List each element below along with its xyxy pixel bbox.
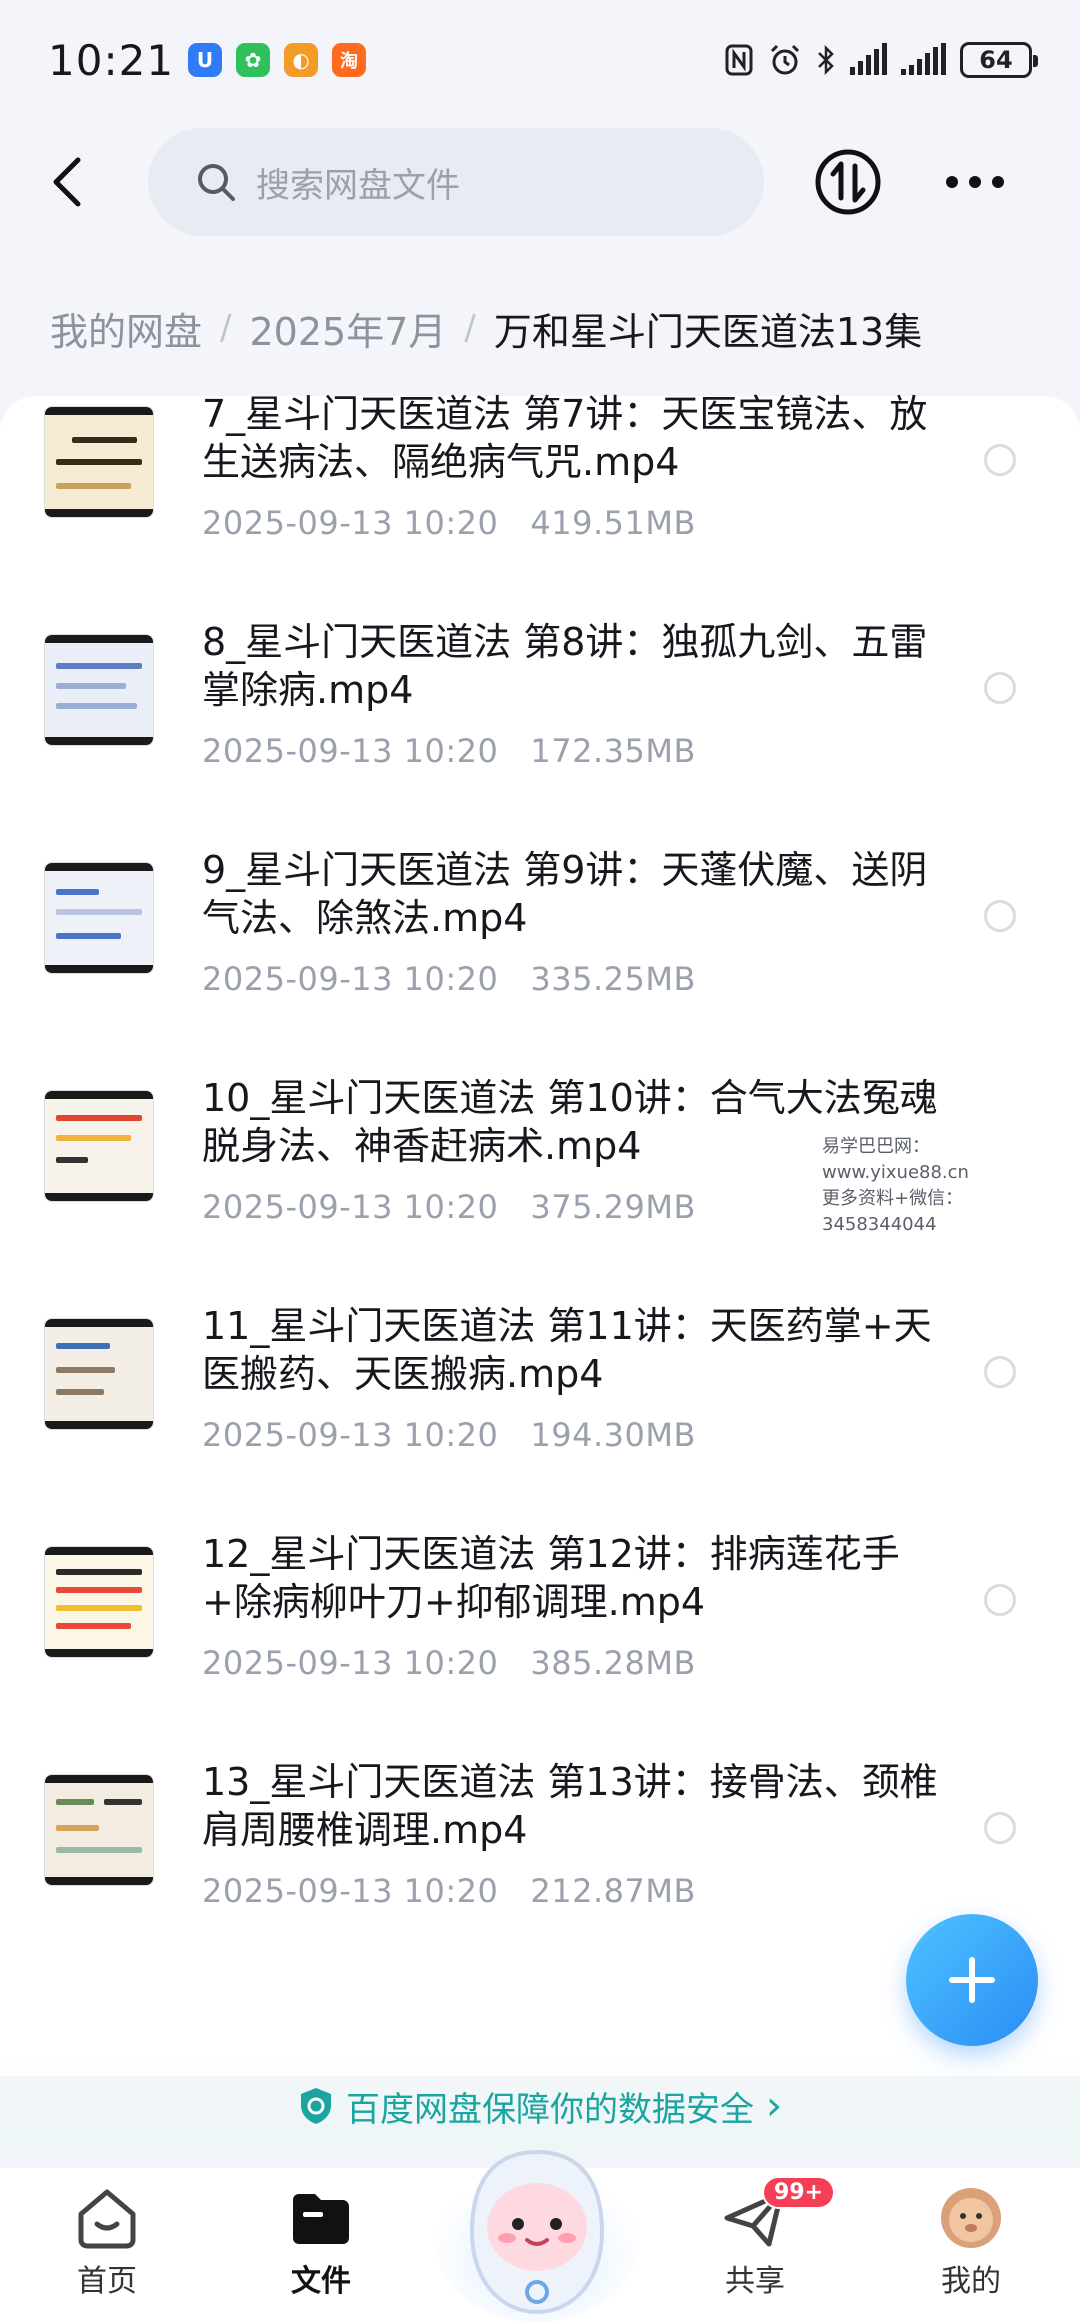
file-name: 9_星斗门天医道法 第9讲：天蓬伏魔、送阴气法、除煞法.mp4: [202, 848, 928, 940]
avatar: [941, 2188, 1001, 2248]
nfc-icon: [725, 44, 753, 76]
file-size: 212.87MB: [530, 1872, 696, 1910]
video-thumbnail: [44, 862, 154, 974]
transfer-icon: [815, 149, 881, 215]
status-left: 10:21 U ✿ ◐ 淘: [48, 35, 367, 85]
file-meta: 2025-09-13 10:20 419.51MB: [202, 504, 696, 542]
file-name: 13_星斗门天医道法 第13讲：接骨法、颈椎肩周腰椎调理.mp4: [202, 1760, 938, 1852]
search-placeholder: 搜索网盘文件: [256, 165, 460, 206]
mascot-icon: [435, 2149, 639, 2322]
video-thumbnail: [44, 1318, 154, 1430]
file-name: 8_星斗门天医道法 第8讲：独孤九剑、五雷掌除病.mp4: [202, 620, 928, 712]
search-icon: [198, 164, 235, 201]
file-date: 2025-09-13 10:20: [202, 960, 499, 998]
file-row[interactable]: 8_星斗门天医道法 第8讲：独孤九剑、五雷掌除病.mp4 2025-09-13 …: [0, 620, 1080, 852]
video-thumbnail: [44, 406, 154, 518]
file-row[interactable]: 12_星斗门天医道法 第12讲：排病莲花手+除病柳叶刀+抑郁调理.mp4 202…: [0, 1532, 1080, 1764]
file-name: 11_星斗门天医道法 第11讲：天医药掌+天医搬药、天医搬病.mp4: [202, 1304, 932, 1396]
file-size: 194.30MB: [530, 1416, 696, 1454]
file-date: 2025-09-13 10:20: [202, 1416, 499, 1454]
app-notification-icon: U: [188, 43, 223, 77]
more-icon: [946, 176, 1004, 188]
file-size: 385.28MB: [530, 1644, 696, 1682]
nav-share[interactable]: 99+ 共享: [690, 2176, 836, 2316]
file-meta: 2025-09-13 10:20 212.87MB: [202, 1872, 696, 1910]
signal-strength-icon-2: [901, 43, 946, 75]
nav-mine[interactable]: 我的: [906, 2186, 1036, 2316]
file-meta: 2025-09-13 10:20 194.30MB: [202, 1416, 696, 1454]
wechat-notification-icon: ✿: [236, 43, 271, 77]
breadcrumb-folder[interactable]: 2025年7月: [249, 301, 446, 356]
breadcrumb-root[interactable]: 我的网盘: [50, 301, 202, 356]
nav-home-label: 首页: [77, 2264, 137, 2299]
watermark: 易学巴巴网：www.yixue88.cn 更多资料+微信：3458344044: [822, 1134, 1072, 1238]
plus-icon: [949, 1957, 995, 2003]
folder-icon: [293, 2194, 349, 2244]
transfer-list-button[interactable]: [814, 148, 882, 216]
watermark-line-2: 更多资料+微信：3458344044: [822, 1188, 964, 1235]
home-icon: [78, 2189, 136, 2249]
file-meta: 2025-09-13 10:20 335.25MB: [202, 960, 696, 998]
file-date: 2025-09-13 10:20: [202, 1188, 499, 1226]
file-meta: 2025-09-13 10:20 375.29MB: [202, 1188, 696, 1226]
breadcrumb-current: 万和星斗门天医道法13集: [493, 309, 923, 354]
back-button[interactable]: [40, 152, 100, 212]
nav-share-label: 共享: [725, 2264, 785, 2299]
video-thumbnail: [44, 1774, 154, 1886]
file-meta: 2025-09-13 10:20 172.35MB: [202, 732, 696, 770]
add-button[interactable]: [906, 1914, 1038, 2046]
file-size: 419.51MB: [530, 504, 696, 542]
share-count-badge: 99+: [762, 2176, 836, 2209]
battery-indicator: 64: [960, 42, 1038, 78]
file-size: 335.25MB: [530, 960, 696, 998]
signal-strength-icon: [850, 43, 887, 75]
file-name: 7_星斗门天医道法 第7讲：天医宝镜法、放生送病法、隔绝病气咒.mp4: [202, 392, 928, 484]
file-row[interactable]: 9_星斗门天医道法 第9讲：天蓬伏魔、送阴气法、除煞法.mp4 2025-09-…: [0, 848, 1080, 1080]
nav-files-label: 文件: [291, 2264, 351, 2299]
video-thumbnail: [44, 1090, 154, 1202]
app-notification-icon-2: ◐: [284, 43, 319, 77]
file-meta: 2025-09-13 10:20 385.28MB: [202, 1644, 696, 1682]
shield-icon: [301, 2088, 331, 2124]
chevron-right-icon: ›: [766, 2083, 782, 2129]
breadcrumb-separator: /: [220, 308, 232, 348]
status-bar: 10:21 U ✿ ◐ 淘 64: [0, 0, 1080, 120]
nav-home[interactable]: 首页: [42, 2186, 172, 2316]
select-checkbox[interactable]: [984, 444, 1016, 476]
file-row[interactable]: 7_星斗门天医道法 第7讲：天医宝镜法、放生送病法、隔绝病气咒.mp4 2025…: [0, 392, 1080, 624]
file-date: 2025-09-13 10:20: [202, 1644, 499, 1682]
select-checkbox[interactable]: [984, 900, 1016, 932]
bluetooth-icon: [818, 44, 834, 76]
more-options-button[interactable]: [940, 158, 1010, 206]
select-checkbox[interactable]: [984, 1584, 1016, 1616]
search-input[interactable]: 搜索网盘文件: [148, 128, 764, 236]
video-thumbnail: [44, 634, 154, 746]
status-right: 64: [724, 42, 1038, 78]
alarm-icon: [770, 44, 800, 75]
ai-assistant-mascot[interactable]: [432, 2112, 642, 2324]
select-checkbox[interactable]: [984, 1812, 1016, 1844]
video-thumbnail: [44, 1546, 154, 1658]
select-checkbox[interactable]: [984, 672, 1016, 704]
file-name: 12_星斗门天医道法 第12讲：排病莲花手+除病柳叶刀+抑郁调理.mp4: [202, 1532, 900, 1624]
taobao-notification-icon: 淘: [332, 43, 367, 77]
top-bar: 搜索网盘文件: [0, 122, 1080, 242]
nav-mine-label: 我的: [941, 2264, 1001, 2299]
breadcrumb: 我的网盘 / 2025年7月 / 万和星斗门天医道法13集: [50, 296, 922, 360]
file-size: 375.29MB: [530, 1188, 696, 1226]
file-row[interactable]: 11_星斗门天医道法 第11讲：天医药掌+天医搬药、天医搬病.mp4 2025-…: [0, 1304, 1080, 1536]
nav-files[interactable]: 文件: [256, 2186, 386, 2316]
chevron-left-icon: [53, 157, 81, 207]
file-date: 2025-09-13 10:20: [202, 1872, 499, 1910]
select-checkbox[interactable]: [984, 1356, 1016, 1388]
clock: 10:21: [48, 35, 175, 85]
file-size: 172.35MB: [530, 732, 696, 770]
breadcrumb-separator: /: [464, 308, 476, 348]
file-date: 2025-09-13 10:20: [202, 732, 499, 770]
watermark-line-1: 易学巴巴网：www.yixue88.cn: [822, 1136, 969, 1183]
file-date: 2025-09-13 10:20: [202, 504, 499, 542]
